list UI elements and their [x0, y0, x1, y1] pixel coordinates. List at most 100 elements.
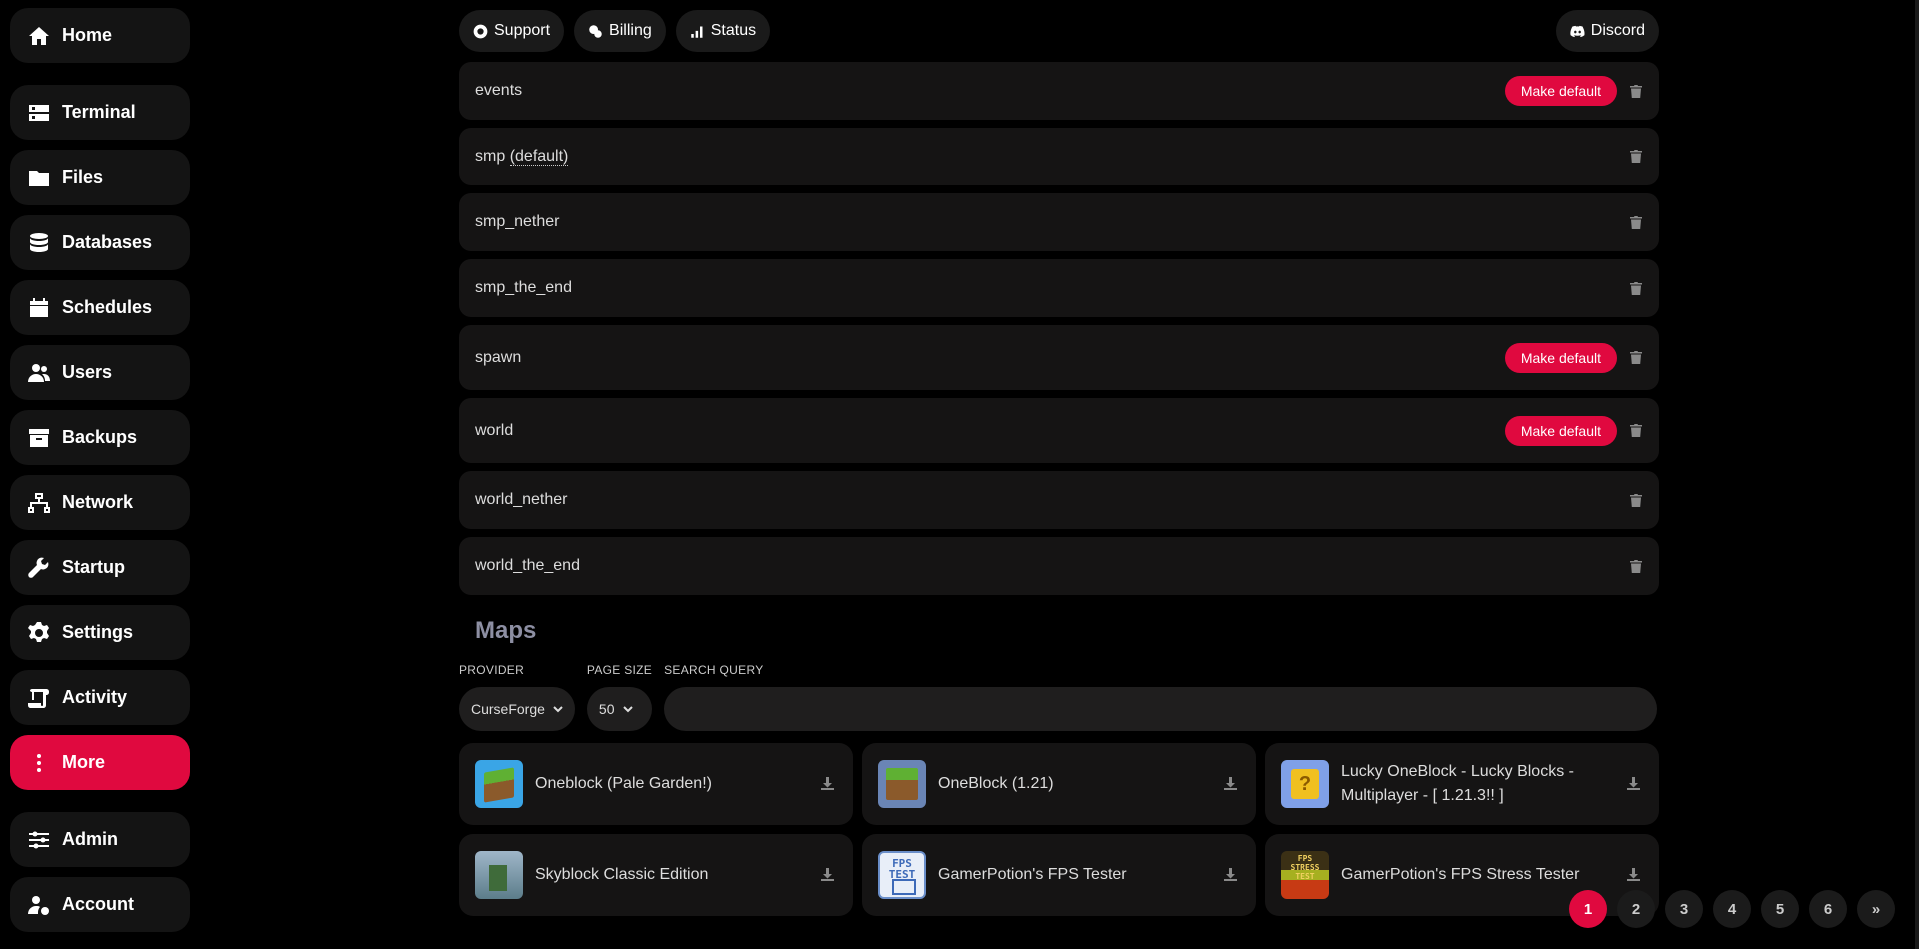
- terminal-icon: [26, 100, 52, 126]
- page-button-4[interactable]: 4: [1713, 890, 1751, 928]
- map-card[interactable]: Skyblock Classic Edition: [459, 834, 853, 916]
- download-icon[interactable]: [1224, 777, 1238, 791]
- trash-icon[interactable]: [1629, 493, 1643, 507]
- chevron-down-icon: [553, 706, 563, 713]
- sidebar-item-label: Terminal: [62, 102, 136, 122]
- trash-icon[interactable]: [1629, 424, 1643, 438]
- map-thumbnail: FPS TEST: [878, 851, 926, 899]
- support-label: Support: [494, 22, 551, 39]
- make-default-button[interactable]: Make default: [1504, 415, 1617, 446]
- world-list: events Make default smp (default) smp_ne…: [459, 62, 1659, 595]
- sidebar-item-label: Network: [62, 492, 134, 512]
- map-thumbnail: [1281, 760, 1329, 808]
- page-button-1[interactable]: 1: [1569, 890, 1607, 928]
- page-button-5[interactable]: 5: [1761, 890, 1799, 928]
- search-input[interactable]: [664, 687, 1658, 731]
- support-button[interactable]: Support: [459, 10, 565, 52]
- sidebar-item-label: Home: [62, 25, 113, 45]
- download-icon[interactable]: [1627, 868, 1641, 882]
- sidebar-item-label: Databases: [62, 232, 153, 252]
- page-button-6[interactable]: 6: [1809, 890, 1847, 928]
- archive-icon: [26, 425, 52, 451]
- discord-icon: [1570, 25, 1585, 37]
- users-icon: [26, 360, 52, 386]
- map-card[interactable]: FPS TEST GamerPotion's FPS Tester: [862, 834, 1256, 916]
- discord-label: Discord: [1590, 22, 1645, 39]
- sidebar-item-startup[interactable]: Startup: [10, 540, 190, 595]
- sidebar-item-home[interactable]: Home: [10, 8, 190, 63]
- provider-label: PROVIDER: [459, 663, 525, 677]
- make-default-button[interactable]: Make default: [1504, 342, 1617, 373]
- trash-icon[interactable]: [1629, 215, 1643, 229]
- next-page-button[interactable]: »: [1857, 890, 1895, 928]
- download-icon[interactable]: [821, 868, 835, 882]
- network-icon: [26, 490, 52, 516]
- sidebar-item-label: Startup: [62, 557, 125, 577]
- map-title: OneBlock (1.21): [938, 775, 1054, 792]
- world-name: world: [475, 421, 514, 439]
- pagination: 1 2 3 4 5 6 »: [1569, 890, 1895, 928]
- scrollbar[interactable]: [1915, 0, 1919, 949]
- discord-button[interactable]: Discord: [1555, 10, 1659, 52]
- sidebar-item-label: More: [62, 752, 106, 772]
- map-thumbnail: [475, 760, 523, 808]
- maps-section-title: Maps: [475, 617, 537, 644]
- signal-bars-icon: [690, 26, 703, 38]
- sidebar-item-activity[interactable]: Activity: [10, 670, 190, 725]
- billing-button[interactable]: Billing: [574, 10, 666, 52]
- sidebar-item-label: Schedules: [62, 297, 153, 317]
- sidebar-item-schedules[interactable]: Schedules: [10, 280, 190, 335]
- status-label: Status: [710, 22, 757, 39]
- trash-icon[interactable]: [1629, 559, 1643, 573]
- world-name: spawn: [475, 348, 522, 366]
- world-name: world_nether: [475, 491, 568, 508]
- make-default-button[interactable]: Make default: [1504, 76, 1617, 106]
- page-size-field: PAGE SIZE 50: [586, 663, 653, 731]
- map-thumbnail: [475, 851, 523, 899]
- map-card[interactable]: Oneblock (Pale Garden!): [459, 743, 853, 825]
- trash-icon[interactable]: [1629, 281, 1643, 295]
- world-row: spawn Make default: [459, 325, 1659, 390]
- sidebar-item-label: Activity: [62, 687, 128, 707]
- page-button-2[interactable]: 2: [1617, 890, 1655, 928]
- status-button[interactable]: Status: [675, 10, 771, 52]
- sidebar-item-admin[interactable]: Admin: [10, 812, 190, 867]
- page-size-value: 50: [598, 701, 615, 717]
- world-row: world_nether: [459, 471, 1659, 529]
- download-icon[interactable]: [821, 777, 835, 791]
- provider-select[interactable]: CurseForge: [459, 687, 575, 731]
- sidebar-item-backups[interactable]: Backups: [10, 410, 190, 465]
- page-button-3[interactable]: 3: [1665, 890, 1703, 928]
- map-title: Skyblock Classic Edition: [535, 866, 709, 883]
- map-title: GamerPotion's FPS Tester: [938, 866, 1127, 883]
- scroll-icon: [26, 685, 52, 711]
- folder-icon: [26, 165, 52, 191]
- sidebar-item-label: Account: [62, 894, 134, 914]
- download-icon[interactable]: [1627, 777, 1641, 791]
- map-title: Oneblock (Pale Garden!): [535, 775, 712, 792]
- world-row: smp_the_end: [459, 259, 1659, 317]
- map-card[interactable]: OneBlock (1.21): [862, 743, 1256, 825]
- top-bar: Support Billing Status Discord: [459, 0, 1659, 62]
- sidebar-item-more[interactable]: More: [10, 735, 190, 790]
- trash-icon[interactable]: [1629, 351, 1643, 365]
- sidebar-item-files[interactable]: Files: [10, 150, 190, 205]
- sidebar-item-label: Backups: [62, 427, 138, 447]
- sidebar-item-network[interactable]: Network: [10, 475, 190, 530]
- world-row: smp (default): [459, 128, 1659, 185]
- trash-icon[interactable]: [1629, 150, 1643, 164]
- default-marker: (default): [509, 147, 569, 166]
- sidebar-item-users[interactable]: Users: [10, 345, 190, 400]
- sidebar-item-settings[interactable]: Settings: [10, 605, 190, 660]
- sidebar-item-label: Settings: [62, 622, 134, 642]
- sidebar-item-label: Admin: [62, 829, 118, 849]
- sidebar-item-terminal[interactable]: Terminal: [10, 85, 190, 140]
- trash-icon[interactable]: [1629, 84, 1643, 98]
- chevron-down-icon: [622, 706, 633, 713]
- page-size-select[interactable]: 50: [586, 687, 653, 731]
- sidebar-item-account[interactable]: Account: [10, 877, 190, 932]
- download-icon[interactable]: [1224, 868, 1238, 882]
- map-card[interactable]: Lucky OneBlock - Lucky Blocks - Multipla…: [1265, 743, 1659, 825]
- sidebar-item-databases[interactable]: Databases: [10, 215, 190, 270]
- provider-value: CurseForge: [471, 701, 545, 717]
